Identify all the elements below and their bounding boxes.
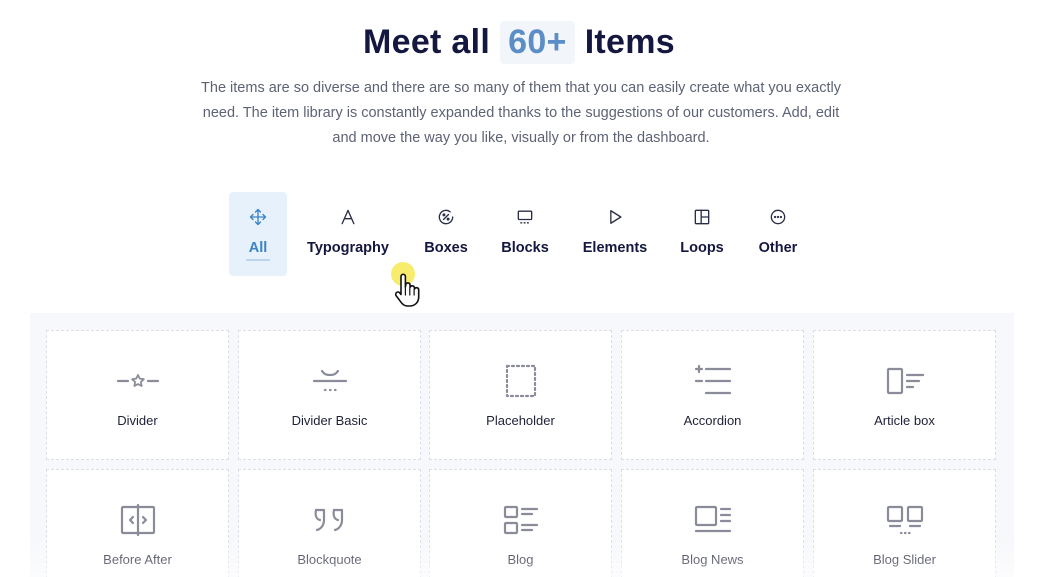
item-card-divider[interactable]: Divider [46,330,229,460]
before-after-icon [116,502,160,538]
item-label: Blog News [681,552,744,567]
tab-blocks[interactable]: Blocks [496,192,554,276]
percent-circle-icon [435,206,457,228]
divider-basic-icon [308,363,352,399]
blocks-icon [514,206,536,228]
item-label: Blockquote [297,552,362,567]
blog-slider-icon [883,502,927,538]
item-card-before-after[interactable]: Before After [46,469,229,577]
category-tabs: All Typography Boxes Blocks Elements Loo… [0,192,1038,276]
item-label: Divider [117,413,158,428]
tab-label: All [248,240,268,256]
item-label: Blog Slider [873,552,936,567]
tab-label: Other [758,240,798,256]
tab-all[interactable]: All [229,192,287,276]
tab-label: Elements [582,240,648,256]
hero-description: The items are so diverse and there are s… [201,80,841,146]
title-text-before: Meet all [362,22,491,61]
accordion-icon [691,363,735,399]
more-circle-icon [767,206,789,228]
item-card-blog-slider[interactable]: Blog Slider [813,469,996,577]
items-grid: Divider Divider Basic Placeholder Accord… [30,313,1014,577]
item-label: Blog [507,552,534,567]
tab-typography[interactable]: Typography [299,192,397,276]
active-tab-underline [246,259,270,261]
item-card-divider-basic[interactable]: Divider Basic [238,330,421,460]
tab-label: Typography [307,240,389,256]
page-title: Meet all 60+ Items [0,17,1038,67]
items-count-badge: 60+ [500,20,575,64]
hand-pointer-icon [392,270,422,308]
item-label: Divider Basic [291,413,368,428]
blog-news-icon [691,502,735,538]
blockquote-icon [308,502,352,538]
placeholder-icon [499,363,543,399]
tab-other[interactable]: Other [751,192,805,276]
title-text-after: Items [584,22,676,61]
move-icon [247,206,269,228]
article-box-icon [883,363,927,399]
letter-a-icon [337,206,359,228]
layout-icon [691,206,713,228]
item-card-blockquote[interactable]: Blockquote [238,469,421,577]
tab-label: Blocks [501,240,549,256]
item-label: Before After [103,552,172,567]
play-icon [604,206,626,228]
tab-boxes[interactable]: Boxes [418,192,474,276]
blog-icon [499,502,543,538]
item-label: Placeholder [486,413,555,428]
tab-label: Loops [680,240,724,256]
item-card-article-box[interactable]: Article box [813,330,996,460]
item-card-placeholder[interactable]: Placeholder [429,330,612,460]
tab-label: Boxes [424,240,468,256]
tab-elements[interactable]: Elements [576,192,654,276]
item-label: Article box [874,413,935,428]
tab-loops[interactable]: Loops [676,192,728,276]
divider-icon [116,363,160,399]
item-card-accordion[interactable]: Accordion [621,330,804,460]
item-card-blog[interactable]: Blog [429,469,612,577]
item-card-blog-news[interactable]: Blog News [621,469,804,577]
item-label: Accordion [683,413,742,428]
